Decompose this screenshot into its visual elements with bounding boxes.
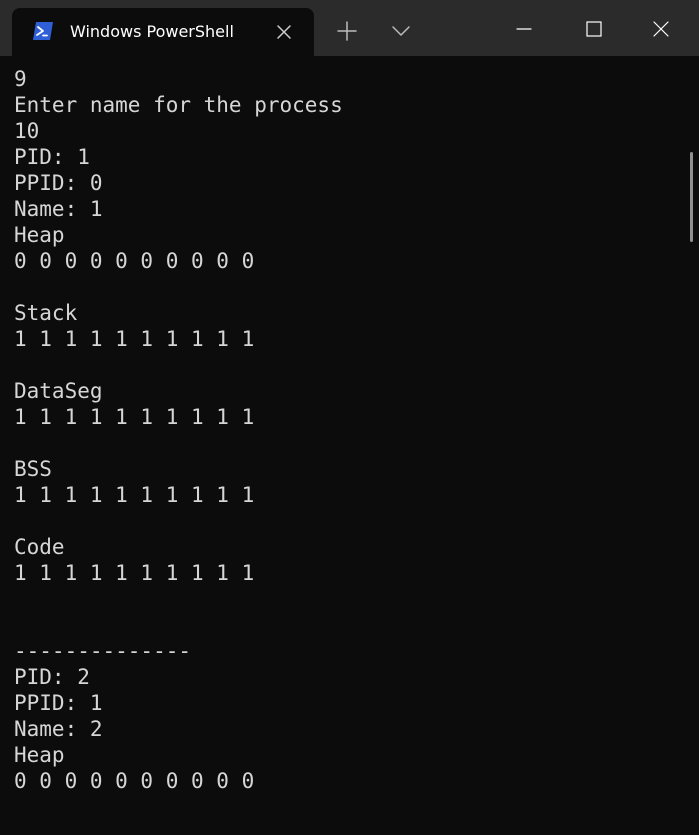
maximize-icon[interactable] — [583, 18, 605, 40]
powershell-window: Windows PowerShell 9 Enter name for the … — [0, 0, 699, 835]
terminal-line: 1 1 1 1 1 1 1 1 1 1 — [14, 483, 255, 507]
terminal-line: 10 — [14, 119, 40, 143]
close-icon[interactable] — [650, 18, 672, 40]
tab-title: Windows PowerShell — [70, 22, 234, 41]
terminal-line: 1 1 1 1 1 1 1 1 1 1 — [14, 561, 255, 585]
close-icon[interactable] — [274, 22, 294, 42]
terminal-line: PID: 1 — [14, 145, 90, 169]
plus-icon[interactable] — [336, 20, 358, 42]
scrollbar-thumb[interactable] — [690, 152, 693, 242]
minimize-icon[interactable] — [513, 18, 535, 40]
terminal-line: Heap — [14, 223, 65, 247]
terminal-line: Heap — [14, 743, 65, 767]
terminal-line: 0 0 0 0 0 0 0 0 0 0 — [14, 769, 255, 793]
terminal-line: BSS — [14, 457, 52, 481]
terminal-line: Enter name for the process — [14, 93, 343, 117]
terminal-line: 1 1 1 1 1 1 1 1 1 1 — [14, 405, 255, 429]
terminal-line: Name: 2 — [14, 717, 103, 741]
tab-windows-powershell[interactable]: Windows PowerShell — [12, 8, 314, 56]
terminal-line: Stack — [14, 301, 78, 325]
terminal-line: PPID: 1 — [14, 691, 103, 715]
terminal-line: 0 0 0 0 0 0 0 0 0 0 — [14, 249, 255, 273]
terminal-line: Code — [14, 535, 65, 559]
title-bar[interactable]: Windows PowerShell — [0, 0, 699, 56]
terminal-output[interactable]: 9 Enter name for the process 10 PID: 1 P… — [14, 66, 684, 826]
terminal-line: PID: 2 — [14, 665, 90, 689]
terminal-line: 1 1 1 1 1 1 1 1 1 1 — [14, 327, 255, 351]
terminal-line: Name: 1 — [14, 197, 103, 221]
terminal-line: PPID: 0 — [14, 171, 103, 195]
powershell-icon — [33, 22, 53, 40]
terminal-line: DataSeg — [14, 379, 103, 403]
terminal-line: 9 — [14, 67, 27, 91]
terminal-line: -------------- — [14, 639, 192, 663]
chevron-down-icon[interactable] — [390, 22, 412, 40]
